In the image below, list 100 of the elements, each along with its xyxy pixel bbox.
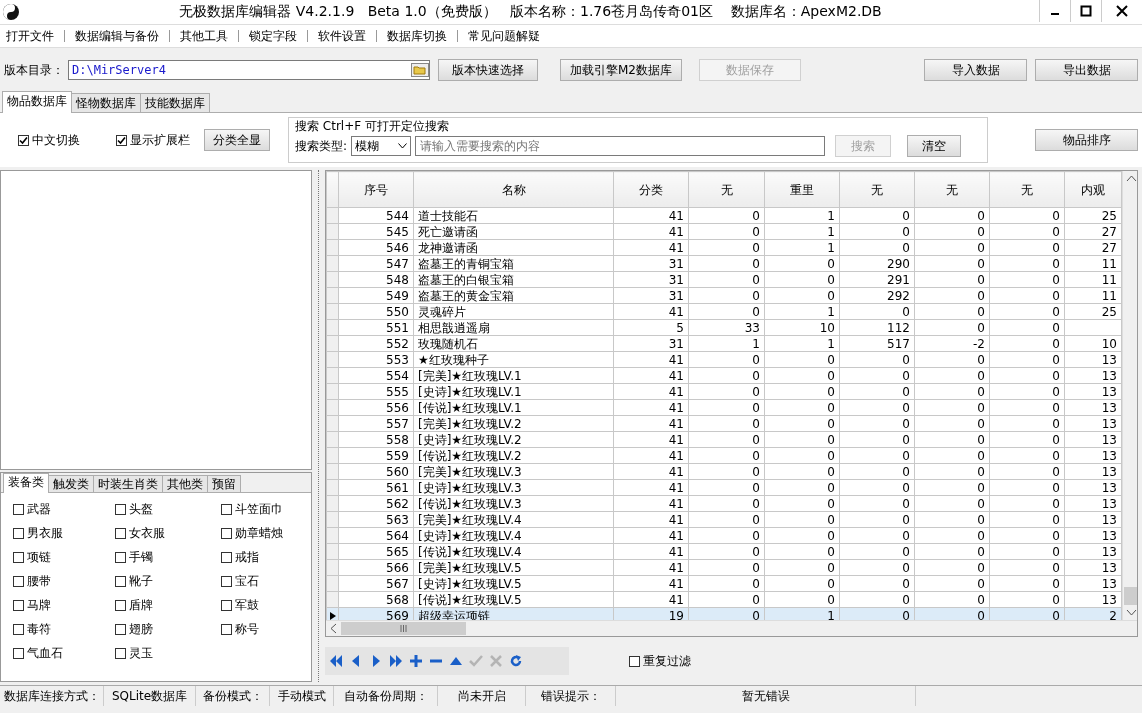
checkbox[interactable]: 男衣服 (13, 525, 115, 542)
load-m2-button[interactable]: 加载引擎M2数据库 (560, 59, 682, 81)
checkbox[interactable]: 翅膀 (115, 621, 221, 638)
menu-item[interactable]: 其他工具 (180, 27, 238, 45)
menu-item[interactable]: 数据库切换 (387, 27, 457, 45)
table-cell: 0 (989, 335, 1065, 352)
menu-item[interactable]: 数据编辑与备份 (75, 27, 169, 45)
table-cell: 13 (1064, 463, 1122, 480)
category-tab[interactable]: 其他类 (162, 475, 208, 492)
table-cell: 290 (839, 255, 915, 272)
table-cell: 0 (989, 399, 1065, 416)
checkbox[interactable]: 手镯 (115, 549, 221, 566)
table-cell: 13 (1064, 527, 1122, 544)
table-cell: 25 (1064, 207, 1122, 224)
table-cell: 0 (688, 351, 765, 368)
import-button[interactable]: 导入数据 (924, 59, 1027, 81)
menu-item[interactable]: 软件设置 (318, 27, 376, 45)
table-cell: 291 (839, 271, 915, 288)
table-cell: 13 (1064, 447, 1122, 464)
column-header[interactable]: 内观 (1064, 171, 1122, 208)
table-cell: 31 (613, 255, 689, 272)
checkbox[interactable]: 头盔 (115, 501, 221, 518)
tab[interactable]: 怪物数据库 (71, 93, 141, 112)
window-title: 无极数据库编辑器 V4.2.1.9 Beta 1.0（免费版） 版本名称：1.76苍月岛传奇01区 数据库名：ApexM2.DB (178, 3, 883, 21)
version-select-button[interactable]: 版本快速选择 (438, 59, 538, 81)
checkbox[interactable]: 马牌 (13, 597, 115, 614)
column-header[interactable]: 名称 (413, 171, 614, 208)
directory-field[interactable]: D:\MirServer4 (68, 60, 430, 80)
vertical-scrollbar[interactable] (1122, 171, 1137, 620)
checkbox[interactable]: 军鼓 (221, 597, 311, 614)
table-cell: 548 (338, 271, 414, 288)
search-field[interactable]: 请输入需要搜索的内容 (415, 136, 826, 156)
checkbox[interactable]: 女衣服 (115, 525, 221, 542)
field-label: 搜索类型: (295, 137, 348, 155)
table-cell: 0 (914, 559, 990, 576)
menu-item[interactable]: 打开文件 (6, 27, 64, 45)
checkbox[interactable]: 重复过滤 (629, 652, 691, 670)
checkbox[interactable]: 项链 (13, 549, 115, 566)
export-button[interactable]: 导出数据 (1035, 59, 1138, 81)
first-icon[interactable] (329, 654, 343, 668)
column-header[interactable]: 无 (989, 171, 1065, 208)
table-cell: 0 (688, 511, 765, 528)
table-cell: 0 (688, 543, 765, 560)
table-cell: 563 (338, 511, 414, 528)
folder-icon[interactable] (411, 63, 429, 77)
menu-item[interactable]: 常见问题解疑 (468, 27, 550, 45)
checkbox[interactable]: 戒指 (221, 549, 311, 566)
search-type-dropdown[interactable]: 模糊 (351, 136, 412, 156)
scroll-thumb[interactable] (341, 622, 466, 635)
table-cell: 0 (989, 255, 1065, 272)
category-tab[interactable]: 装备类 (3, 473, 49, 493)
plus-icon[interactable] (409, 654, 423, 668)
checkbox[interactable]: 武器 (13, 501, 115, 518)
checkbox[interactable]: 斗笠面巾 (221, 501, 311, 518)
sort-button[interactable]: 物品排序 (1035, 129, 1138, 151)
tab[interactable]: 物品数据库 (2, 91, 72, 113)
checkbox[interactable]: 显示扩展栏 (116, 131, 190, 149)
checkbox[interactable]: 称号 (221, 621, 311, 638)
checkbox[interactable]: 灵玉 (115, 645, 221, 662)
category-tab[interactable]: 时装生肖类 (93, 475, 163, 492)
status-label: 数据库连接方式： (0, 686, 104, 706)
horizontal-scrollbar[interactable] (326, 620, 1137, 636)
refresh-icon[interactable] (509, 654, 523, 668)
checkbox[interactable]: 腰带 (13, 573, 115, 590)
checkbox[interactable]: 中文切换 (18, 131, 80, 149)
table-cell: 0 (839, 367, 915, 384)
category-tab[interactable]: 触发类 (48, 475, 94, 492)
checkbox[interactable]: 勋章蜡烛 (221, 525, 311, 542)
table-cell: 盗墓王的白银宝箱 (413, 271, 614, 288)
table-cell: 1 (764, 223, 840, 240)
table-cell: [完美]★红玫瑰LV.1 (413, 367, 614, 384)
table-cell: 0 (914, 367, 990, 384)
table-cell: 0 (989, 271, 1065, 288)
clear-button[interactable]: 清空 (907, 135, 962, 157)
table-cell: 558 (338, 431, 414, 448)
column-header[interactable]: 序号 (338, 171, 414, 208)
checkbox[interactable]: 毒符 (13, 621, 115, 638)
column-header[interactable]: 无 (688, 171, 765, 208)
column-header[interactable]: 无 (914, 171, 990, 208)
column-header[interactable]: 重里 (764, 171, 840, 208)
table-cell: 0 (839, 239, 915, 256)
show-all-button[interactable]: 分类全显 (204, 129, 270, 151)
menu-item[interactable]: 锁定字段 (249, 27, 307, 45)
column-header[interactable]: 分类 (613, 171, 689, 208)
checkbox[interactable]: 气血石 (13, 645, 115, 662)
table-cell: 41 (613, 463, 689, 480)
checkbox[interactable]: 宝石 (221, 573, 311, 590)
table-cell: 41 (613, 239, 689, 256)
table-cell: 0 (688, 527, 765, 544)
checkbox[interactable]: 盾牌 (115, 597, 221, 614)
table-cell: 0 (764, 447, 840, 464)
table-cell: 0 (914, 495, 990, 512)
tab[interactable]: 技能数据库 (140, 93, 210, 112)
scroll-thumb[interactable] (1124, 587, 1137, 605)
column-header[interactable]: 无 (839, 171, 915, 208)
table-cell: 0 (688, 495, 765, 512)
category-tab[interactable]: 预留 (207, 475, 241, 492)
last-icon[interactable] (389, 654, 403, 668)
table-cell: 0 (989, 287, 1065, 304)
checkbox[interactable]: 靴子 (115, 573, 221, 590)
